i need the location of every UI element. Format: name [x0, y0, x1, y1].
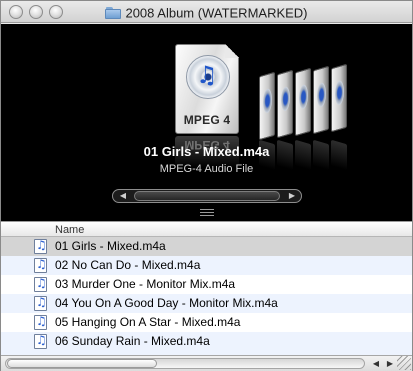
list-header: Name [1, 221, 412, 237]
cover-flow-view[interactable]: ♫ MPEG 4 MPEG 4 01 Girls - Mixed.m4a MPE… [1, 24, 412, 221]
cover-flow-scroll-thumb[interactable] [134, 191, 280, 201]
window-title: 2008 Album (WATERMARKED) [125, 5, 308, 21]
file-name: 03 Murder One - Monitor Mix.m4a [55, 277, 236, 291]
audio-file-icon: ♫ [34, 276, 47, 292]
horizontal-scrollbar[interactable]: ◀ ▶ [1, 355, 412, 371]
scroll-right-icon[interactable]: ▶ [383, 357, 397, 370]
side-document-icon[interactable] [277, 69, 293, 139]
cover-flow-scrollbar[interactable]: ◀ ▶ [112, 189, 302, 203]
audio-file-icon: ♫ [34, 314, 47, 330]
side-document-icon[interactable] [313, 65, 329, 135]
title-bar[interactable]: 2008 Album (WATERMARKED) [1, 1, 412, 23]
list-item[interactable]: ♫ 03 Murder One - Monitor Mix.m4a [1, 275, 412, 294]
list-item[interactable]: ♫ 06 Sunday Rain - Mixed.m4a [1, 332, 412, 351]
file-name: 02 No Can Do - Mixed.m4a [55, 258, 201, 272]
scroll-left-icon[interactable]: ◀ [116, 191, 130, 201]
side-document-icon[interactable] [295, 67, 311, 137]
list-item[interactable]: ♫ 05 Hanging On A Star - Mixed.m4a [1, 313, 412, 332]
file-list: ♫ 01 Girls - Mixed.m4a ♫ 02 No Can Do - … [1, 237, 412, 351]
scroll-left-icon[interactable]: ◀ [369, 357, 383, 370]
file-name: 01 Girls - Mixed.m4a [55, 239, 166, 253]
selected-file-kind: MPEG-4 Audio File [159, 163, 254, 175]
folder-icon [105, 6, 122, 19]
splitter-grip-icon[interactable] [200, 209, 214, 216]
mpeg4-document-icon[interactable]: ♫ MPEG 4 [175, 44, 239, 134]
resize-grip-icon[interactable] [397, 356, 411, 370]
list-item[interactable]: ♫ 02 No Can Do - Mixed.m4a [1, 256, 412, 275]
file-name: 06 Sunday Rain - Mixed.m4a [55, 334, 210, 348]
audio-file-icon: ♫ [34, 333, 47, 349]
file-name: 05 Hanging On A Star - Mixed.m4a [55, 315, 241, 329]
file-name: 04 You On A Good Day - Monitor Mix.m4a [55, 296, 278, 310]
scroll-track[interactable] [5, 358, 365, 369]
side-document-icon[interactable] [259, 71, 275, 141]
icon-label: MPEG 4 [183, 113, 231, 127]
side-document-icon[interactable] [331, 63, 347, 133]
scroll-right-icon[interactable]: ▶ [285, 191, 299, 201]
music-note-icon: ♫ [196, 61, 218, 89]
list-item[interactable]: ♫ 01 Girls - Mixed.m4a [1, 237, 412, 256]
scroll-thumb[interactable] [7, 359, 157, 368]
audio-file-icon: ♫ [34, 257, 47, 273]
list-item[interactable]: ♫ 04 You On A Good Day - Monitor Mix.m4a [1, 294, 412, 313]
selected-file-name: 01 Girls - Mixed.m4a [143, 144, 270, 159]
column-header-name[interactable]: Name [55, 224, 84, 236]
finder-window: 2008 Album (WATERMARKED) ♫ MPEG 4 MPEG 4… [0, 0, 413, 371]
audio-file-icon: ♫ [34, 295, 47, 311]
audio-file-icon: ♫ [34, 238, 47, 254]
window-title-area: 2008 Album (WATERMARKED) [1, 4, 412, 22]
